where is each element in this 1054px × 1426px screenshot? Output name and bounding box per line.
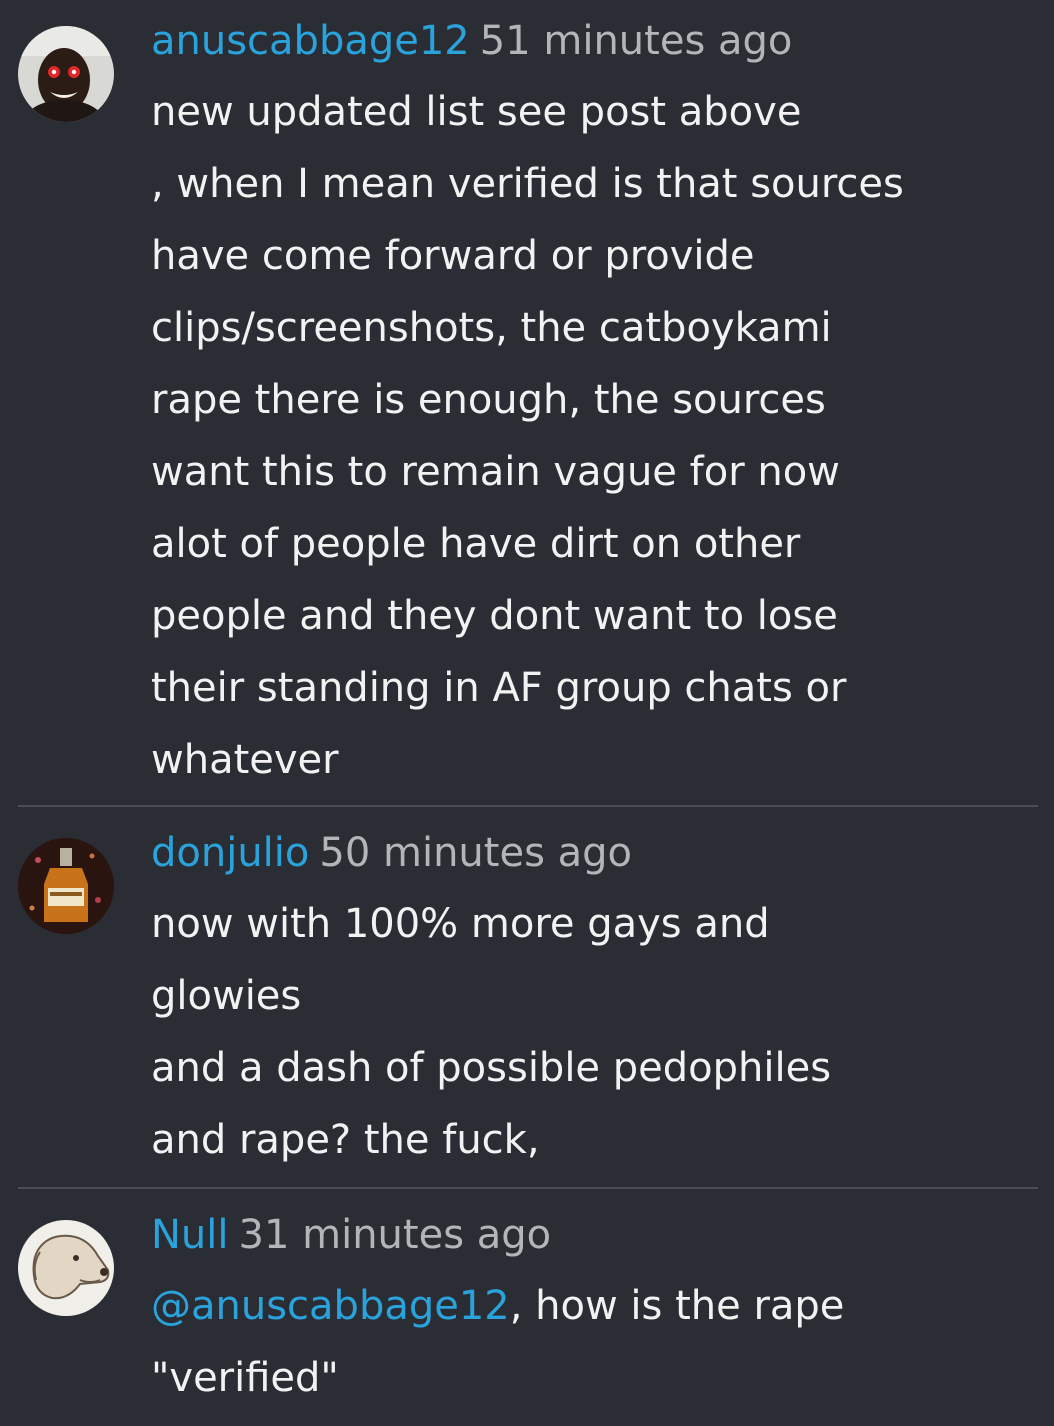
timestamp: 31 minutes ago xyxy=(238,1212,552,1258)
comment-text-line: want this to remain vague for now xyxy=(151,449,840,495)
comment-header: anuscabbage12 51 minutes ago xyxy=(151,18,1024,64)
author-link[interactable]: Null xyxy=(151,1212,229,1258)
comment-text-line: have come forward or provide xyxy=(151,233,755,279)
comment-body: now with 100% more gays and glowies and … xyxy=(151,888,1024,1176)
comment-text-line: new updated list see post above xyxy=(151,89,802,135)
comment-text-line: clips/screenshots, the catboykami xyxy=(151,305,832,351)
comment-text-line: and a dash of possible pedophiles xyxy=(151,1045,832,1091)
comment-text-line: people and they dont want to lose xyxy=(151,593,838,639)
author-link[interactable]: anuscabbage12 xyxy=(151,18,470,64)
comment-body: new updated list see post above , when I… xyxy=(151,76,1024,796)
comment-text-line: @anuscabbage12, how is the rape xyxy=(151,1270,1024,1342)
comment-text-line: now with 100% more gays and xyxy=(151,901,770,947)
comment-header: Null 31 minutes ago xyxy=(151,1212,1024,1258)
comment-text-line: whatever xyxy=(151,737,339,783)
comment-text-line: and rape? the fuck, xyxy=(151,1117,540,1163)
comment-body: @anuscabbage12, how is the rape "verifie… xyxy=(151,1270,1024,1414)
timestamp: 50 minutes ago xyxy=(319,830,633,876)
dog-avatar-icon[interactable] xyxy=(18,1220,114,1316)
author-link[interactable]: donjulio xyxy=(151,830,309,876)
comment-divider xyxy=(18,805,1038,807)
comment-text-line: , when I mean verified is that sources xyxy=(151,161,904,207)
timestamp: 51 minutes ago xyxy=(479,18,793,64)
comment-text-line: alot of people have dirt on other xyxy=(151,521,801,567)
comment-text-line: glowies xyxy=(151,973,302,1019)
comment-text-line: rape there is enough, the sources xyxy=(151,377,826,423)
comment-thread: anuscabbage12 51 minutes ago new updated … xyxy=(0,0,1054,1426)
comment-header: donjulio 50 minutes ago xyxy=(151,830,1024,876)
comment-text-line: "verified" xyxy=(151,1355,339,1401)
comment-text-line: their standing in AF group chats or xyxy=(151,665,847,711)
comment-text: , how is the rape xyxy=(509,1283,845,1329)
bottle-avatar-icon[interactable] xyxy=(18,838,114,934)
mention-link[interactable]: @anuscabbage12 xyxy=(151,1283,510,1329)
user-avatar-icon[interactable] xyxy=(18,26,114,122)
comment-divider xyxy=(18,1187,1038,1189)
